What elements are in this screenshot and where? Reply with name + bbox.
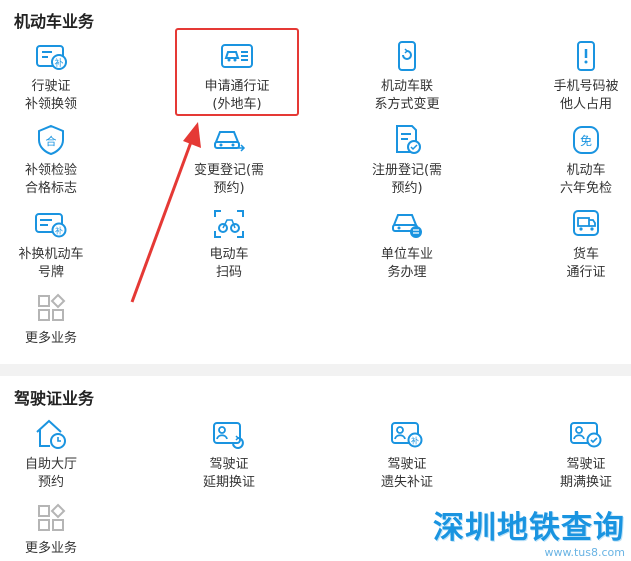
tile-label-line2: 延期换证 xyxy=(202,475,255,490)
self-service-hall-icon xyxy=(36,419,66,449)
license-renew-icon xyxy=(213,422,244,449)
tile-label-line1: 驾驶证 xyxy=(209,457,249,472)
tile-license-expire-renew[interactable]: 驾驶证 期满换证 xyxy=(526,418,631,492)
more-grid-icon xyxy=(38,503,66,531)
tile-label-line1: 驾驶证 xyxy=(566,457,606,472)
watermark-main: 深圳地铁查询 xyxy=(433,510,625,546)
site-watermark: 深圳地铁查询 www.tus8.com xyxy=(433,509,625,559)
tile-label-line1: 更多业务 xyxy=(24,541,77,556)
tile-label-line1: 自助大厅 xyxy=(24,457,77,472)
tile-label-line1: 驾驶证 xyxy=(387,457,427,472)
tile-license-lost-reissue[interactable]: 补 驾驶证 遗失补证 xyxy=(347,418,467,492)
license-reissue-icon: 补 xyxy=(391,422,423,448)
tile-license-extend[interactable]: 驾驶证 延期换证 xyxy=(169,418,289,492)
tile-label-line2: 遗失补证 xyxy=(380,475,433,490)
license-section-title: 驾驶证业务 xyxy=(14,389,95,408)
tile-more-license-services[interactable]: 更多业务 xyxy=(0,502,111,558)
tile-self-service-hall[interactable]: 自助大厅 预约 xyxy=(0,418,111,492)
svg-text:补: 补 xyxy=(411,436,419,446)
license-expire-icon xyxy=(570,422,602,448)
section-divider xyxy=(0,364,631,376)
watermark-sub: www.tus8.com xyxy=(544,546,625,559)
tile-label-line2: 期满换证 xyxy=(559,475,612,490)
tile-label-line2: 预约 xyxy=(37,475,64,490)
